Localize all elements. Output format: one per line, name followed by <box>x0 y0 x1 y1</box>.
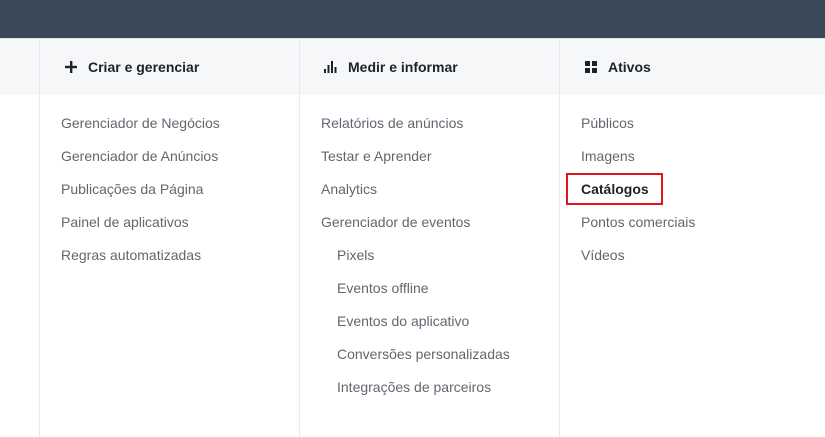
plus-icon <box>64 60 78 74</box>
menu-item-audiences[interactable]: Públicos <box>560 114 825 147</box>
menu-item-events-manager[interactable]: Gerenciador de eventos <box>300 213 559 246</box>
menu-item-custom-conversions[interactable]: Conversões personalizadas <box>300 345 559 378</box>
menu-item-label: Eventos do aplicativo <box>337 313 470 329</box>
menu-item-label: Testar e Aprender <box>321 148 432 164</box>
column-title: Ativos <box>608 58 651 75</box>
menu-item-videos[interactable]: Vídeos <box>560 246 825 279</box>
menu-item-business-locations[interactable]: Pontos comerciais <box>560 213 825 246</box>
menu-item-label: Regras automatizadas <box>61 247 202 263</box>
menu-item-catalogs[interactable]: Catálogos <box>560 173 825 213</box>
top-bar <box>0 0 825 38</box>
column-header-measure-report: Medir e informar <box>300 38 559 95</box>
menu-item-label: Imagens <box>581 148 635 164</box>
menu-item-label: Integrações de parceiros <box>337 379 492 395</box>
column-title: Medir e informar <box>348 58 458 75</box>
column-measure-report: Medir e informar Relatórios de anúncios … <box>299 38 559 437</box>
menu-list: Gerenciador de Negócios Gerenciador de A… <box>40 95 299 279</box>
menu-item-app-dashboard[interactable]: Painel de aplicativos <box>40 213 299 246</box>
menu-item-label: Painel de aplicativos <box>61 214 189 230</box>
menu-item-label: Pontos comerciais <box>581 214 696 230</box>
menu-item-pixels[interactable]: Pixels <box>300 246 559 279</box>
column-title: Criar e gerenciar <box>88 58 200 75</box>
column-header-assets: Ativos <box>560 38 825 95</box>
menu-item-label: Conversões personalizadas <box>337 346 510 362</box>
column-create-manage: Criar e gerenciar Gerenciador de Negócio… <box>39 38 299 437</box>
menu-item-label: Públicos <box>581 115 634 131</box>
menu-item-app-events[interactable]: Eventos do aplicativo <box>300 312 559 345</box>
menu-list: Públicos Imagens Catálogos Pontos comerc… <box>560 95 825 279</box>
menu-item-label: Gerenciador de eventos <box>321 214 471 230</box>
menu-item-label: Publicações da Página <box>61 181 204 197</box>
menu-item-label: Analytics <box>321 181 378 197</box>
menu-item-label: Gerenciador de Negócios <box>61 115 220 131</box>
menu-item-label: Eventos offline <box>337 280 429 296</box>
menu-item-business-manager[interactable]: Gerenciador de Negócios <box>40 114 299 147</box>
menu-item-label: Gerenciador de Anúncios <box>61 148 219 164</box>
menu-item-label: Pixels <box>337 247 375 263</box>
menu-item-offline-events[interactable]: Eventos offline <box>300 279 559 312</box>
menu-list: Relatórios de anúncios Testar e Aprender… <box>300 95 559 411</box>
menu-item-automated-rules[interactable]: Regras automatizadas <box>40 246 299 279</box>
menu-item-analytics[interactable]: Analytics <box>300 180 559 213</box>
menu-item-page-posts[interactable]: Publicações da Página <box>40 180 299 213</box>
menu-item-ads-reporting[interactable]: Relatórios de anúncios <box>300 114 559 147</box>
bar-chart-icon <box>324 60 338 74</box>
grid-icon <box>584 60 598 74</box>
menu-item-label: Relatórios de anúncios <box>321 115 464 131</box>
menu-item-label: Catálogos <box>566 173 663 205</box>
menu-item-ads-manager[interactable]: Gerenciador de Anúncios <box>40 147 299 180</box>
column-header-create-manage: Criar e gerenciar <box>40 38 299 95</box>
menu-item-label: Vídeos <box>581 247 625 263</box>
column-assets: Ativos Públicos Imagens Catálogos Pontos… <box>559 38 825 437</box>
menu-item-test-and-learn[interactable]: Testar e Aprender <box>300 147 559 180</box>
menu-item-partner-integrations[interactable]: Integrações de parceiros <box>300 378 559 411</box>
